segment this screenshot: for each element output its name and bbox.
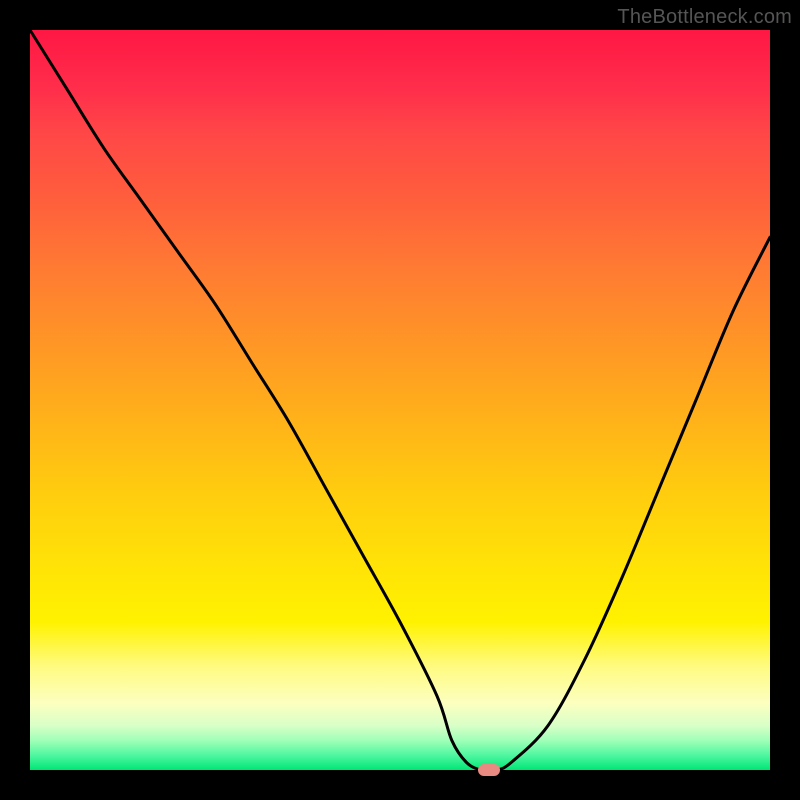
bottleneck-curve [30, 30, 770, 770]
chart-frame: TheBottleneck.com [0, 0, 800, 800]
optimal-marker [478, 764, 500, 776]
watermark-text: TheBottleneck.com [617, 6, 792, 29]
plot-area [30, 30, 770, 770]
